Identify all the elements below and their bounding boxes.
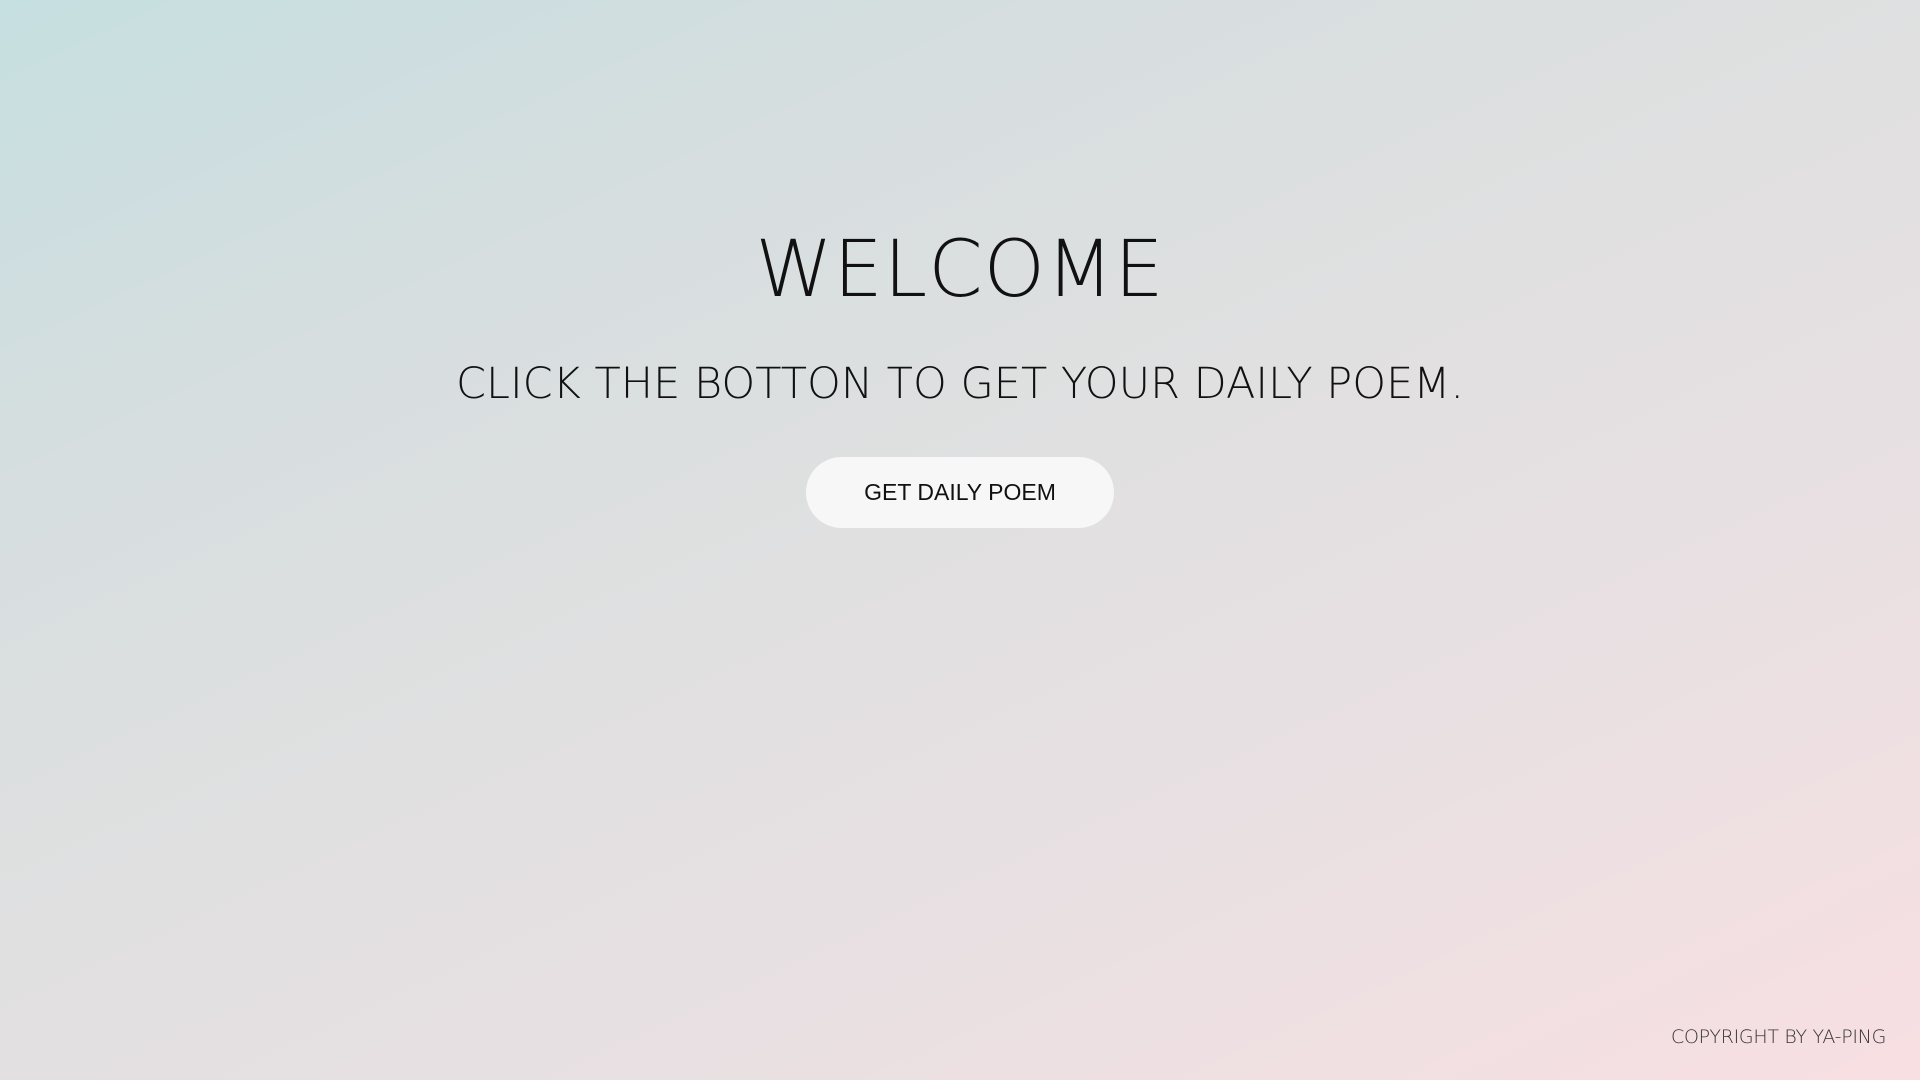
copyright-footer: COPYRIGHT BY YA-PING	[1671, 1026, 1886, 1048]
page-subtitle: CLICK THE BOTTON TO GET YOUR DAILY POEM.	[455, 359, 1465, 409]
page-title: WELCOME	[755, 225, 1165, 315]
get-daily-poem-button[interactable]: GET DAILY POEM	[806, 457, 1114, 528]
